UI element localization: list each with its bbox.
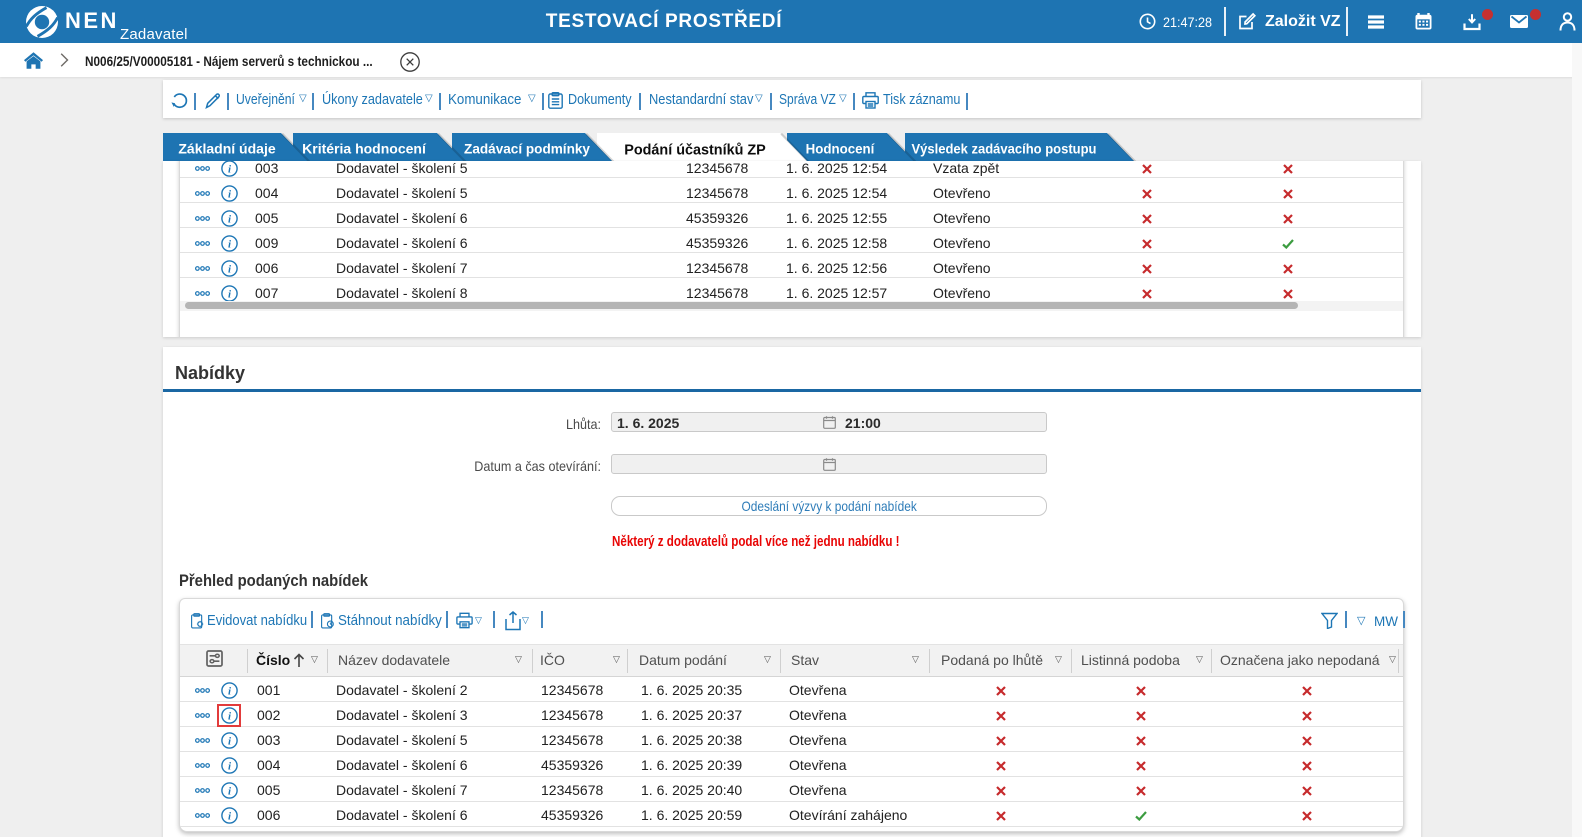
svg-text:Kritéria hodnocení: Kritéria hodnocení: [302, 141, 427, 157]
svg-text:Podání účastníků ZP: Podání účastníků ZP: [624, 142, 766, 158]
svg-text:i: i: [228, 189, 232, 201]
svg-text:i: i: [228, 761, 232, 773]
svg-text:i: i: [228, 686, 232, 698]
svg-text:i: i: [228, 239, 232, 251]
svg-text:i: i: [228, 711, 232, 723]
svg-text:i: i: [228, 264, 232, 276]
svg-text:Zadávací podmínky: Zadávací podmínky: [464, 141, 590, 156]
svg-text:i: i: [228, 289, 232, 301]
svg-text:Hodnocení: Hodnocení: [806, 141, 876, 156]
svg-text:i: i: [228, 786, 232, 798]
svg-text:i: i: [228, 736, 232, 748]
svg-text:Základní údaje: Základní údaje: [178, 141, 275, 157]
svg-text:Výsledek zadávacího postupu: Výsledek zadávacího postupu: [912, 141, 1097, 157]
svg-text:i: i: [228, 164, 232, 176]
svg-text:i: i: [228, 214, 232, 226]
svg-text:i: i: [228, 811, 232, 823]
